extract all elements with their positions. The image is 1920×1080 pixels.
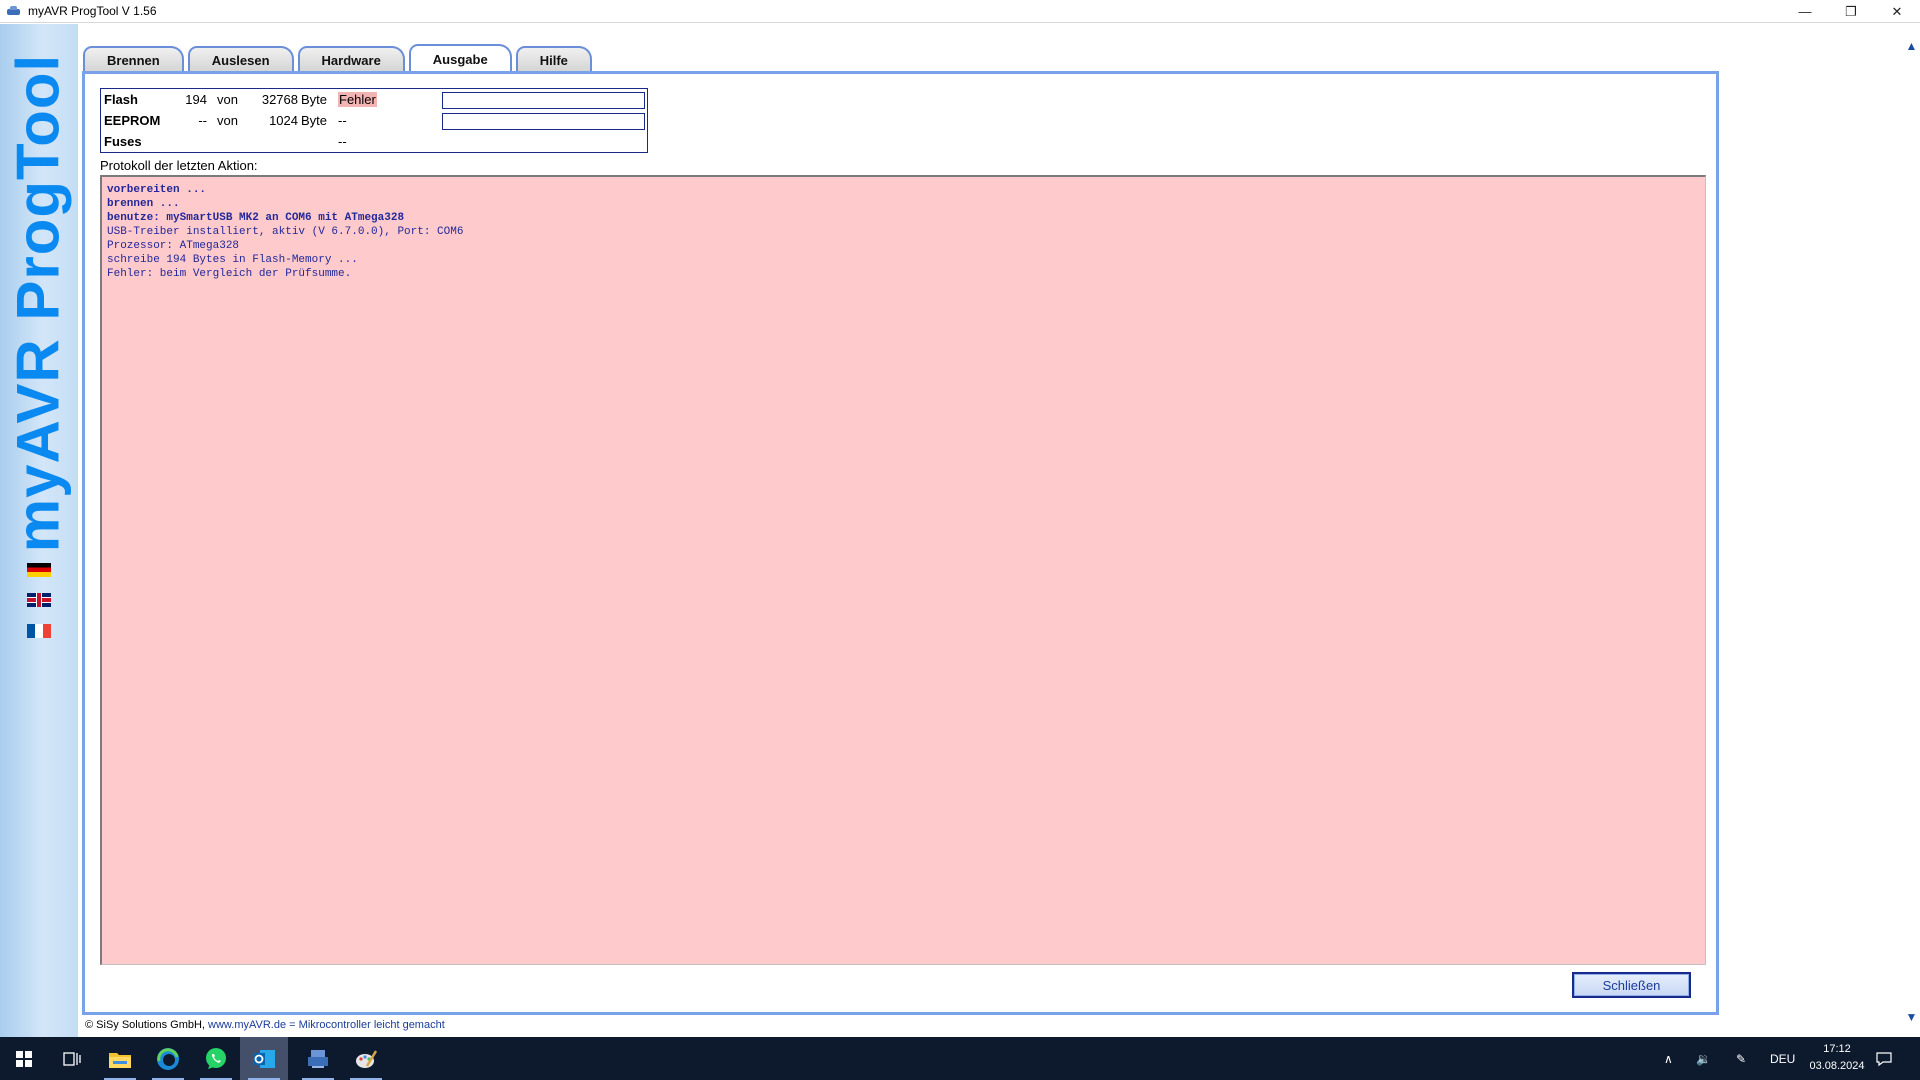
log-line: USB-Treiber installiert, aktiv (V 6.7.0.… — [107, 226, 464, 238]
eeprom-status: -- — [338, 113, 347, 128]
windows-icon — [16, 1050, 32, 1067]
myavr-progtool-icon — [308, 1049, 328, 1068]
window-controls: — ❐ ✕ — [1782, 0, 1920, 23]
app-icon — [6, 5, 22, 17]
taskbar-paint[interactable] — [342, 1037, 390, 1080]
taskbar-edge[interactable] — [144, 1037, 192, 1080]
action-center-icon — [1876, 1051, 1892, 1066]
start-button[interactable] — [0, 1037, 48, 1080]
volume-icon[interactable]: 🔉 — [1696, 1037, 1711, 1080]
tab-bar: Brennen Auslesen Hardware Ausgabe Hilfe — [83, 44, 596, 72]
footer-slogan: Mikrocontroller leicht gemacht — [298, 1019, 445, 1031]
schliessen-button[interactable]: Schließen — [1572, 972, 1691, 998]
brand-text: myAVR ProgTool — [4, 53, 72, 553]
flash-unit: Byte — [301, 92, 328, 107]
fuses-label: Fuses — [104, 134, 142, 149]
eeprom-total: 1024 — [269, 113, 298, 128]
taskbar-whatsapp[interactable] — [192, 1037, 240, 1080]
vertical-scrollbar[interactable]: ▲ ▼ — [1903, 23, 1920, 1037]
folder-icon — [109, 1052, 131, 1068]
flash-label: Flash — [104, 92, 138, 107]
english-flag-icon[interactable] — [27, 593, 51, 607]
output-panel: Flash 194 von 32768 Byte Fehler EEPROM -… — [82, 71, 1719, 1015]
outlook-icon — [253, 1049, 275, 1068]
taskbar-clock[interactable]: 17:12 03.08.2024 — [1802, 1041, 1872, 1075]
protocol-label: Protokoll der letzten Aktion: — [100, 158, 258, 173]
taskbar-file-explorer[interactable] — [96, 1037, 144, 1080]
footer: © SiSy Solutions GmbH, www.myAVR.de = Mi… — [85, 1019, 445, 1031]
eeprom-row: EEPROM -- von 1024 Byte -- — [101, 110, 647, 131]
log-line: benutze: mySmartUSB MK2 an COM6 mit ATme… — [107, 212, 405, 224]
footer-separator: = — [289, 1019, 296, 1031]
edge-icon — [157, 1047, 179, 1070]
flash-used: 194 — [185, 92, 207, 107]
fuses-status: -- — [338, 134, 347, 149]
tab-brennen[interactable]: Brennen — [83, 46, 184, 72]
log-line: schreibe 194 Bytes in Flash-Memory ... — [107, 254, 358, 266]
flash-row: Flash 194 von 32768 Byte Fehler — [101, 89, 647, 110]
footer-url-link[interactable]: www.myAVR.de — [208, 1019, 286, 1031]
taskbar-outlook[interactable] — [240, 1037, 288, 1080]
eeprom-unit: Byte — [301, 113, 328, 128]
flash-total: 32768 — [261, 92, 298, 107]
close-window-button[interactable]: ✕ — [1874, 0, 1920, 23]
fuses-row: Fuses -- — [101, 131, 647, 152]
tray-chevron-icon[interactable]: ∧ — [1664, 1037, 1673, 1080]
eeprom-progress-bar — [442, 113, 645, 130]
eeprom-label: EEPROM — [104, 113, 161, 128]
flash-progress-bar — [442, 92, 645, 109]
sidebar: myAVR ProgTool — [0, 24, 78, 1037]
log-line: vorbereiten ... — [107, 184, 207, 196]
whatsapp-icon — [206, 1047, 226, 1069]
tab-hardware[interactable]: Hardware — [297, 46, 405, 72]
tab-auslesen[interactable]: Auslesen — [187, 46, 294, 72]
window-title: myAVR ProgTool V 1.56 — [28, 4, 157, 18]
eeprom-used: -- — [198, 113, 207, 128]
clock-time: 17:12 — [1823, 1043, 1851, 1055]
task-view-icon — [63, 1051, 81, 1066]
task-view-button[interactable] — [48, 1037, 96, 1080]
paint-icon — [356, 1049, 378, 1068]
log-line: Prozessor: ATmega328 — [107, 240, 240, 252]
tab-hilfe[interactable]: Hilfe — [515, 46, 592, 72]
scroll-down-icon[interactable]: ▼ — [1903, 1008, 1920, 1025]
brand-logo: myAVR ProgTool — [5, 54, 72, 552]
eeprom-von: von — [217, 113, 238, 128]
footer-copyright: © SiSy Solutions GmbH, — [85, 1019, 205, 1031]
protocol-log[interactable]: vorbereiten ... brennen ... benutze: myS… — [100, 175, 1706, 965]
minimize-button[interactable]: — — [1782, 0, 1828, 23]
scroll-up-icon[interactable]: ▲ — [1903, 37, 1920, 54]
log-line: brennen ... — [107, 198, 180, 210]
restore-button[interactable]: ❐ — [1828, 0, 1874, 23]
title-bar: myAVR ProgTool V 1.56 — ❐ ✕ — [0, 0, 1920, 23]
pen-icon[interactable]: ✎ — [1736, 1037, 1746, 1080]
input-language[interactable]: DEU — [1770, 1037, 1795, 1080]
taskbar-myavr-progtool[interactable] — [294, 1037, 342, 1080]
german-flag-icon[interactable] — [27, 563, 51, 577]
flash-status: Fehler — [338, 92, 377, 107]
taskbar: ∧ 🔉 ✎ DEU 17:12 03.08.2024 — [0, 1037, 1920, 1080]
french-flag-icon[interactable] — [27, 624, 51, 638]
clock-date: 03.08.2024 — [1809, 1060, 1865, 1072]
flash-von: von — [217, 92, 238, 107]
notification-icon[interactable] — [1876, 1037, 1892, 1080]
tab-ausgabe[interactable]: Ausgabe — [408, 44, 512, 72]
memory-info-box: Flash 194 von 32768 Byte Fehler EEPROM -… — [100, 88, 648, 153]
log-line: Fehler: beim Vergleich der Prüfsumme. — [107, 268, 352, 280]
